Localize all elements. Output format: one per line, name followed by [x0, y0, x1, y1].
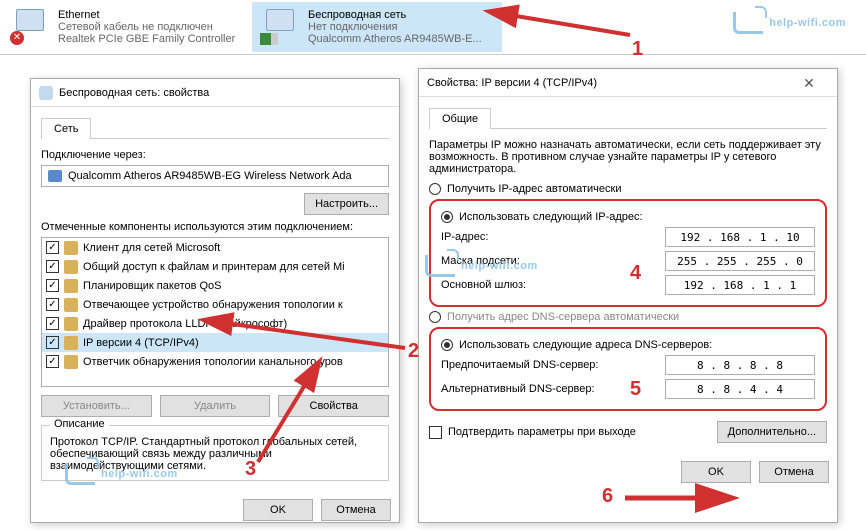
adapter-properties-dialog: Беспроводная сеть: свойства Сеть Подключ…: [30, 78, 400, 523]
configure-button[interactable]: Настроить...: [304, 193, 389, 215]
adapter-status: Сетевой кабель не подключен: [58, 21, 235, 33]
component-icon: [64, 317, 78, 331]
dialog-icon: [39, 86, 53, 100]
adapter-name: Беспроводная сеть: [308, 9, 482, 21]
checkbox-icon[interactable]: ✓: [46, 279, 59, 292]
network-adapter-icon: [260, 7, 300, 47]
component-icon: [64, 336, 78, 350]
manual-dns-group: Использовать следующие адреса DNS-сервер…: [429, 327, 827, 411]
components-label: Отмеченные компоненты используются этим …: [41, 221, 389, 233]
advanced-button[interactable]: Дополнительно...: [717, 421, 827, 443]
confirm-checkbox[interactable]: [429, 426, 442, 439]
annotation-6: 6: [602, 485, 613, 508]
adapter-wireless[interactable]: Беспроводная сеть Нет подключения Qualco…: [252, 2, 502, 52]
radio-icon[interactable]: [441, 339, 453, 351]
list-item[interactable]: ✓Клиент для сетей Microsoft: [42, 238, 388, 257]
watermark: help-wifi.com: [733, 12, 846, 34]
gateway-input[interactable]: 192 . 168 . 1 . 1: [665, 275, 815, 295]
list-item[interactable]: ✓Планировщик пакетов QoS: [42, 276, 388, 295]
arrow-icon: [620, 486, 720, 510]
close-icon[interactable]: ✕: [789, 69, 829, 97]
adapter-icon: [48, 170, 62, 182]
dialog-title: Беспроводная сеть: свойства: [59, 79, 391, 107]
group-title: Описание: [50, 418, 109, 430]
manual-ip-group: Использовать следующий IP-адрес: IP-адре…: [429, 199, 827, 307]
annotation-1: 1: [632, 38, 643, 61]
wifi-icon: [65, 463, 95, 485]
dns1-label: Предпочитаемый DNS-сервер:: [441, 359, 665, 371]
dialog-title: Свойства: IP версии 4 (TCP/IPv4): [427, 69, 789, 97]
dns2-input[interactable]: 8 . 8 . 4 . 4: [665, 379, 815, 399]
arrow-icon: [500, 5, 640, 45]
component-icon: [64, 241, 78, 255]
list-item[interactable]: ✓Общий доступ к файлам и принтерам для с…: [42, 257, 388, 276]
adapter-device: Qualcomm Atheros AR9485WB-E...: [308, 33, 482, 45]
radio-icon[interactable]: [441, 211, 453, 223]
radio-icon[interactable]: [429, 183, 441, 195]
adapter-ethernet[interactable]: ✕ Ethernet Сетевой кабель не подключен R…: [2, 2, 252, 52]
arrow-icon: [248, 372, 318, 472]
watermark: help-wifi.com: [65, 463, 178, 485]
adapter-field: Qualcomm Atheros AR9485WB-EG Wireless Ne…: [41, 165, 389, 187]
ip-input[interactable]: 192 . 168 . 1 . 10: [665, 227, 815, 247]
checkbox-icon[interactable]: ✓: [46, 298, 59, 311]
mask-input[interactable]: 255 . 255 . 255 . 0: [665, 251, 815, 271]
dialog-titlebar[interactable]: Свойства: IP версии 4 (TCP/IPv4) ✕: [419, 69, 837, 97]
ipv4-properties-dialog: Свойства: IP версии 4 (TCP/IPv4) ✕ Общие…: [418, 68, 838, 523]
ok-button[interactable]: OK: [681, 461, 751, 483]
checkbox-icon[interactable]: ✓: [46, 336, 59, 349]
radio-icon: [429, 311, 441, 323]
wifi-icon: [733, 12, 763, 34]
annotation-5: 5: [630, 378, 641, 401]
wifi-icon: [425, 255, 455, 277]
tab-network[interactable]: Сеть: [41, 118, 91, 139]
network-adapter-icon: ✕: [10, 7, 50, 47]
checkbox-icon[interactable]: ✓: [46, 317, 59, 330]
adapter-device: Realtek PCIe GBE Family Controller: [58, 33, 235, 45]
checkbox-icon[interactable]: ✓: [46, 241, 59, 254]
arrow-icon: [215, 318, 415, 358]
annotation-4: 4: [630, 262, 641, 285]
adapter-name: Ethernet: [58, 9, 235, 21]
checkbox-icon[interactable]: ✓: [46, 260, 59, 273]
confirm-label: Подтвердить параметры при выходе: [448, 426, 717, 438]
dns1-input[interactable]: 8 . 8 . 8 . 8: [665, 355, 815, 375]
ip-label: IP-адрес:: [441, 231, 665, 243]
component-icon: [64, 260, 78, 274]
ok-button[interactable]: OK: [243, 499, 313, 521]
components-list[interactable]: ✓Клиент для сетей Microsoft ✓Общий досту…: [41, 237, 389, 387]
tab-general[interactable]: Общие: [429, 108, 491, 129]
component-icon: [64, 279, 78, 293]
annotation-2: 2: [408, 340, 419, 363]
list-item[interactable]: ✓Отвечающее устройство обнаружения топол…: [42, 295, 388, 314]
radio-manual-ip[interactable]: Использовать следующий IP-адрес:: [441, 211, 815, 223]
watermark: help-wifi.com: [425, 255, 538, 277]
dialog-titlebar[interactable]: Беспроводная сеть: свойства: [31, 79, 399, 107]
annotation-3: 3: [245, 458, 256, 481]
radio-auto-ip[interactable]: Получить IP-адрес автоматически: [429, 183, 827, 195]
component-icon: [64, 355, 78, 369]
intro-text: Параметры IP можно назначать автоматичес…: [429, 139, 827, 175]
adapter-status: Нет подключения: [308, 21, 482, 33]
checkbox-icon[interactable]: ✓: [46, 355, 59, 368]
radio-auto-dns: Получить адрес DNS-сервера автоматически: [429, 311, 827, 323]
cancel-button[interactable]: Отмена: [759, 461, 829, 483]
connect-via-label: Подключение через:: [41, 149, 389, 161]
cancel-button[interactable]: Отмена: [321, 499, 391, 521]
component-icon: [64, 298, 78, 312]
radio-manual-dns[interactable]: Использовать следующие адреса DNS-сервер…: [441, 339, 815, 351]
install-button[interactable]: Установить...: [41, 395, 152, 417]
